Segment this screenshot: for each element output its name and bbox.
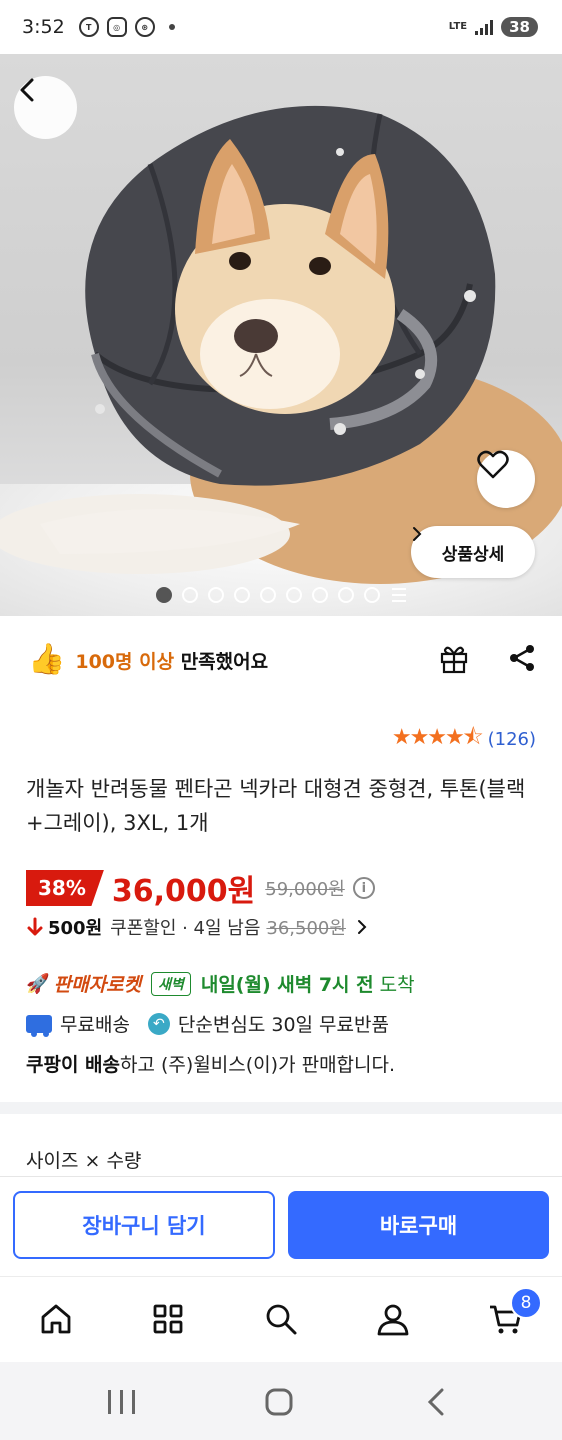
more-notifications-dot — [168, 24, 175, 30]
recent-apps-icon[interactable] — [108, 1390, 135, 1414]
coupon-text: 쿠폰할인 · 4일 남음 — [110, 918, 261, 939]
review-count[interactable]: (126) — [488, 729, 536, 750]
user-icon — [377, 1304, 409, 1336]
system-navigation-bar — [0, 1362, 562, 1440]
dawn-delivery-badge: 새벽 — [151, 971, 191, 996]
app-notification-icon: ⊛ — [134, 17, 155, 37]
back-button[interactable] — [14, 76, 77, 139]
nav-my-page[interactable] — [371, 1297, 415, 1341]
option-label[interactable]: 사이즈 × 수량 — [26, 1146, 141, 1173]
rating-summary[interactable]: ★★★★⯪ (126) — [392, 720, 536, 758]
signal-icon — [475, 19, 494, 35]
home-system-icon[interactable] — [265, 1388, 293, 1416]
chevron-left-icon — [20, 78, 34, 102]
seller-row: 쿠팡이 배송하고 (주)윌비스(이)가 판매합니다. — [26, 1050, 395, 1077]
chevron-right-icon — [357, 920, 367, 934]
return-icon: ↶ — [147, 1012, 170, 1035]
purchase-bar: 장바구니 담기 바로구매 — [0, 1176, 562, 1274]
carousel-dot[interactable] — [156, 587, 172, 603]
seller-text: 하고 (주)윌비스(이)가 판매합니다. — [120, 1054, 396, 1076]
carousel-dot[interactable] — [182, 587, 198, 603]
buy-now-button[interactable]: 바로구매 — [288, 1191, 549, 1259]
product-detail-button[interactable]: 상품상세 — [411, 526, 535, 578]
coupon-amount: 500원 — [48, 918, 103, 939]
gift-icon[interactable] — [438, 642, 470, 674]
status-bar: 3:52 T ◎ ⊛ LTE 38 — [0, 0, 562, 54]
bottom-navigation: 8 — [0, 1276, 562, 1362]
arrow-down-icon — [27, 917, 43, 936]
truck-icon — [26, 1014, 52, 1037]
carousel-dot[interactable] — [234, 587, 250, 603]
shipping-row: 무료배송 ↶ 단순변심도 30일 무료반품 — [26, 1010, 389, 1037]
nav-categories[interactable] — [146, 1297, 190, 1341]
coupon-price: 36,500원 — [266, 918, 346, 939]
network-type: LTE — [448, 21, 468, 32]
return-policy-text: 단순변심도 30일 무료반품 — [177, 1014, 389, 1036]
home-icon — [41, 1304, 71, 1334]
share-icon[interactable] — [506, 642, 538, 674]
product-title: 개놀자 반려동물 펜타곤 넥카라 대형견 중형견, 투톤(블랙+그레이), 3X… — [26, 777, 526, 835]
free-shipping-text: 무료배송 — [60, 1014, 130, 1036]
price-row: 38% 36,000원 59,000원 i — [26, 866, 375, 910]
info-icon[interactable]: i — [352, 877, 375, 899]
carousel-dot[interactable] — [208, 587, 224, 603]
section-divider — [0, 1102, 562, 1114]
satisfaction-text: 만족했어요 — [174, 650, 269, 673]
grid-icon — [153, 1304, 183, 1334]
chevron-right-icon — [413, 527, 422, 541]
back-system-icon[interactable] — [427, 1388, 444, 1416]
arrival-time: 내일(월) 새벽 7시 전 — [200, 974, 374, 996]
rocket-label: 판매자로켓 — [53, 974, 142, 996]
discount-badge: 38% — [26, 870, 104, 906]
arrival-suffix: 도착 — [379, 974, 415, 996]
star-rating-icon: ★★★★⯪ — [391, 725, 484, 750]
delivery-by: 쿠팡이 배송 — [26, 1054, 121, 1076]
battery-indicator: 38 — [501, 17, 538, 37]
carousel-dot[interactable] — [260, 587, 276, 603]
product-detail-label: 상품상세 — [441, 544, 505, 565]
carousel-dot[interactable] — [286, 587, 302, 603]
nav-search[interactable] — [259, 1297, 303, 1341]
carousel-dot[interactable] — [338, 587, 354, 603]
cart-count-badge: 8 — [510, 1287, 542, 1319]
instagram-notification-icon: ◎ — [106, 17, 127, 37]
original-price: 59,000원 — [265, 879, 345, 900]
rocket-icon: 🚀 — [26, 973, 50, 995]
satisfaction-row: 👍 100명 이상 만족했어요 — [28, 636, 538, 684]
status-time: 3:52 — [22, 16, 65, 38]
coupon-row[interactable]: 500원 쿠폰할인 · 4일 남음 36,500원 — [26, 914, 368, 940]
wishlist-button[interactable] — [477, 450, 535, 508]
sale-price: 36,000원 — [111, 874, 256, 909]
heart-icon — [477, 450, 509, 479]
search-icon — [266, 1304, 297, 1335]
nav-home[interactable] — [34, 1297, 78, 1341]
thumbs-up-icon: 👍 — [28, 642, 66, 677]
talk-notification-icon: T — [78, 17, 99, 37]
carousel-dot[interactable] — [364, 587, 380, 603]
add-to-cart-button[interactable]: 장바구니 담기 — [13, 1191, 275, 1259]
carousel-indicator — [156, 587, 406, 603]
product-image-carousel[interactable]: 상품상세 — [0, 54, 562, 616]
delivery-row: 🚀 판매자로켓 새벽 내일(월) 새벽 7시 전 도착 — [26, 970, 415, 997]
image-list-icon[interactable] — [392, 588, 406, 602]
nav-cart[interactable]: 8 — [484, 1287, 542, 1341]
carousel-dot[interactable] — [312, 587, 328, 603]
satisfaction-count: 100명 이상 — [75, 650, 175, 673]
